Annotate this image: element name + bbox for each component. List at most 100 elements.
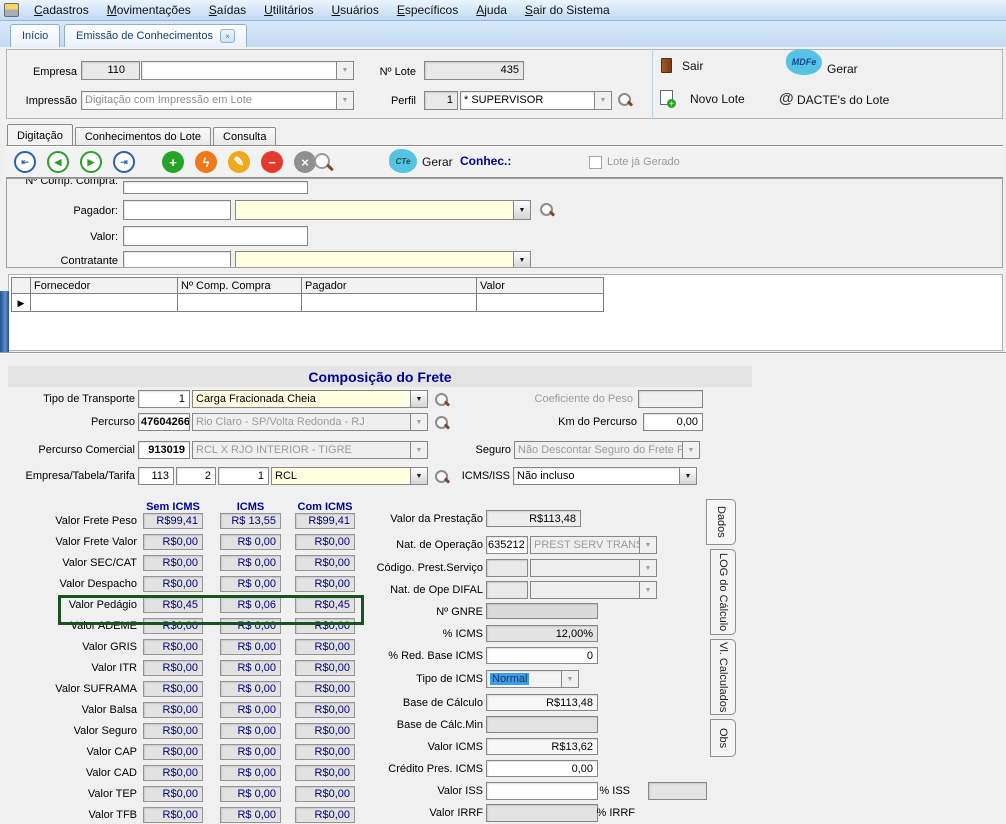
red-base-field[interactable]: 0 [486,647,598,664]
menu-item-especificos[interactable]: Específicos [388,1,467,19]
valor-itr-com-icms-field[interactable]: R$0,00 [295,660,355,676]
tipo-transporte-combo[interactable]: Carga Fracionada Cheia [192,390,428,408]
nav-last-button[interactable]: ⇥ [113,151,135,173]
percurso-code-input[interactable]: 47604266 [138,413,190,431]
menu-item-cadastros[interactable]: Cadastros [25,1,98,19]
nat-difal-code-field[interactable] [486,581,528,599]
valor-itr-sem-icms-field[interactable]: R$0,00 [143,660,203,676]
tipo-transporte-search-icon[interactable] [434,392,450,408]
grid-cell[interactable] [30,293,178,312]
side-tab-obs[interactable]: Obs [710,719,736,757]
valor-tfb-com-icms-field[interactable]: R$0,00 [295,807,355,823]
gerar-cte-button[interactable]: Gerar [422,155,453,169]
pagador-search-icon[interactable] [539,202,555,218]
nat-difal-combo[interactable] [530,581,657,599]
add-button[interactable]: + [162,151,184,173]
perfil-num-field[interactable]: 1 [424,91,458,110]
valor-balsa-sem-icms-field[interactable]: R$0,00 [143,702,203,718]
valor-iss-field[interactable] [486,782,598,800]
icms-iss-combo[interactable]: Não incluso [513,467,697,485]
credito-field[interactable]: 0,00 [486,760,598,777]
valor-tep-icms-field[interactable]: R$ 0,00 [220,786,281,802]
valor-despacho-icms-field[interactable]: R$ 0,00 [220,576,281,592]
valor-input[interactable] [123,226,308,246]
comp-compra-input[interactable] [123,181,308,194]
cod-prest-code-field[interactable] [486,559,528,577]
valor-itr-icms-field[interactable]: R$ 0,00 [220,660,281,676]
gnre-field[interactable] [486,603,598,619]
tab-digitacao[interactable]: Digitação [7,124,73,146]
lote-field[interactable]: 435 [424,61,524,80]
base-calc-min-field[interactable] [486,716,598,733]
valor-balsa-com-icms-field[interactable]: R$0,00 [295,702,355,718]
tab-conhecimentos-do-lote[interactable]: Conhecimentos do Lote [75,127,211,146]
p-icms-field[interactable]: 12,00% [486,625,598,642]
tarifa-empresa-input[interactable]: 113 [138,467,174,485]
km-percurso-field[interactable]: 0,00 [643,413,703,431]
prestacao-field[interactable]: R$113,48 [486,510,581,527]
impressao-combo[interactable]: Digitação com Impressão em Lote [81,91,354,110]
nav-first-button[interactable]: ⇤ [14,151,36,173]
tab-consulta[interactable]: Consulta [213,127,276,146]
side-tab-log-do-calculo[interactable]: LOG do Cálculo [710,549,736,635]
percurso-comercial-code-input[interactable]: 913019 [138,441,190,459]
valor-pedagio-icms-field[interactable]: R$ 0,06 [220,597,281,613]
sair-button[interactable]: Sair [682,59,703,73]
valor-gris-com-icms-field[interactable]: R$0,00 [295,639,355,655]
contratante-code-input[interactable] [123,251,231,268]
seguro-combo[interactable]: Não Descontar Seguro do Frete P [514,441,700,459]
menu-item-sair-do-sistema[interactable]: Sair do Sistema [516,1,619,19]
tarifa-combo[interactable]: RCL [271,467,428,485]
percurso-search-icon[interactable] [434,415,450,431]
valor-despacho-sem-icms-field[interactable]: R$0,00 [143,576,203,592]
valor-gris-sem-icms-field[interactable]: R$0,00 [143,639,203,655]
valor-gris-icms-field[interactable]: R$ 0,00 [220,639,281,655]
menu-item-usuarios[interactable]: Usuários [322,1,387,19]
valor-frete-valor-com-icms-field[interactable]: R$0,00 [295,534,355,550]
valor-sec-cat-sem-icms-field[interactable]: R$0,00 [143,555,203,571]
menu-item-ajuda[interactable]: Ajuda [467,1,516,19]
tab-inicio[interactable]: Início [10,24,60,47]
empresa-combo[interactable] [141,61,354,80]
valor-frete-valor-sem-icms-field[interactable]: R$0,00 [143,534,203,550]
dacte-do-lote-button[interactable]: DACTE's do Lote [797,93,889,107]
grid-cell[interactable] [301,293,477,312]
valor-suframa-sem-icms-field[interactable]: R$0,00 [143,681,203,697]
delete-button[interactable]: − [261,151,283,173]
flash-button[interactable]: ϟ [195,151,217,173]
close-tab-icon[interactable]: × [220,29,235,43]
valor-tep-com-icms-field[interactable]: R$0,00 [295,786,355,802]
valor-sec-cat-icms-field[interactable]: R$ 0,00 [220,555,281,571]
side-tab-vl-calculados[interactable]: Vl. Calculados [710,639,736,715]
perfil-combo[interactable]: * SUPERVISOR [460,91,612,110]
valor-suframa-icms-field[interactable]: R$ 0,00 [220,681,281,697]
gerar-mdfe-button[interactable]: Gerar [827,62,858,76]
valor-pedagio-sem-icms-field[interactable]: R$0,45 [143,597,203,613]
valor-frete-peso-icms-field[interactable]: R$ 13,55 [220,513,281,529]
menu-item-saidas[interactable]: Saídas [200,1,255,19]
valor-seguro-icms-field[interactable]: R$ 0,00 [220,723,281,739]
nav-next-button[interactable]: ▶ [80,151,102,173]
valor-irrf-field[interactable] [486,804,598,822]
search-icon[interactable] [312,152,334,174]
grid-cell[interactable] [476,293,604,312]
valor-cap-sem-icms-field[interactable]: R$0,00 [143,744,203,760]
tarifa-search-icon[interactable] [434,469,450,485]
menu-item-utilitarios[interactable]: Utilitários [255,1,322,19]
grid-cell[interactable] [177,293,302,312]
menu-item-movimentacoes[interactable]: Movimentações [98,1,200,19]
base-calc-field[interactable]: R$113,48 [486,694,598,711]
valor-pedagio-com-icms-field[interactable]: R$0,45 [295,597,355,613]
column-header-valor[interactable]: Valor [476,277,604,294]
percurso-combo[interactable]: Rio Claro - SP/Volta Redonda - RJ [192,413,428,431]
valor-balsa-icms-field[interactable]: R$ 0,00 [220,702,281,718]
tab-emissao-de-conhecimentos[interactable]: Emissão de Conhecimentos × [64,24,247,47]
nat-operacao-code-field[interactable]: 635212 [486,536,528,554]
valor-cap-com-icms-field[interactable]: R$0,00 [295,744,355,760]
valor-despacho-com-icms-field[interactable]: R$0,00 [295,576,355,592]
valor-ademe-sem-icms-field[interactable]: R$0,00 [143,618,203,634]
coeficiente-field[interactable] [638,390,703,408]
perfil-search-icon[interactable] [617,92,633,108]
nav-prev-button[interactable]: ◀ [47,151,69,173]
column-header-pagador[interactable]: Pagador [301,277,477,294]
